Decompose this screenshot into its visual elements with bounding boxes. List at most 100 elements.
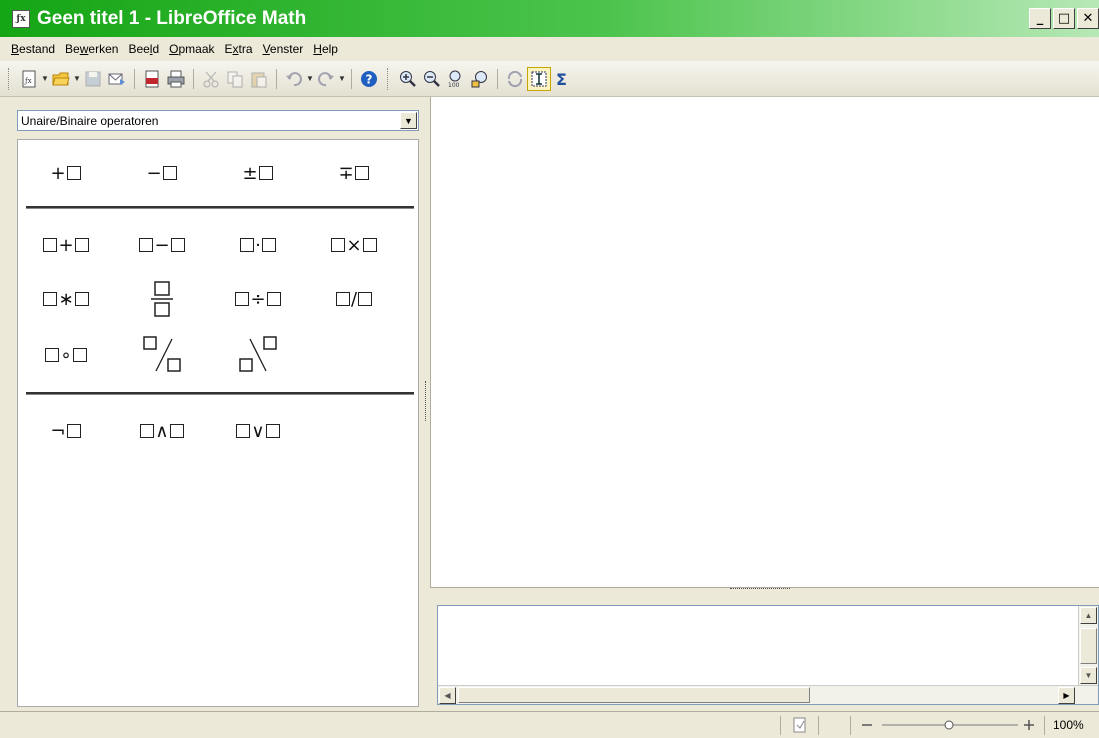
copy-icon xyxy=(227,71,243,87)
formula-preview-area[interactable] xyxy=(430,97,1099,587)
chevron-right-icon: ▶ xyxy=(1063,691,1070,700)
zoom-value[interactable]: 100% xyxy=(1053,718,1084,732)
save-button[interactable] xyxy=(81,67,105,91)
menu-extra[interactable]: Extra xyxy=(220,42,258,56)
element-boolean-and[interactable]: ∧ xyxy=(114,408,210,454)
print-icon xyxy=(167,70,185,87)
update-button[interactable] xyxy=(503,67,527,91)
formula-command-input[interactable] xyxy=(440,608,1076,680)
element-subtraction[interactable]: − xyxy=(114,222,210,268)
cut-button[interactable] xyxy=(199,67,223,91)
horizontal-scrollbar[interactable]: ◀ ▶ xyxy=(438,685,1098,704)
element-multiplication-asterisk[interactable]: ∗ xyxy=(18,276,114,322)
status-separator xyxy=(850,716,851,735)
open-icon xyxy=(52,72,70,85)
redo-dropdown[interactable]: ▼ xyxy=(338,67,346,91)
command-window: ▲ ▼ ◀ ▶ xyxy=(437,605,1099,705)
element-plus-minus[interactable]: ± xyxy=(210,150,306,196)
export-pdf-button[interactable] xyxy=(140,67,164,91)
splitter-grip[interactable] xyxy=(425,381,428,421)
element-addition[interactable]: + xyxy=(18,222,114,268)
menu-bestand[interactable]: Bestand xyxy=(6,42,60,56)
print-button[interactable] xyxy=(164,67,188,91)
element-multiplication-dot[interactable]: · xyxy=(210,222,306,268)
element-boolean-not[interactable]: ¬ xyxy=(18,408,114,454)
maximize-icon: □ xyxy=(1057,11,1071,26)
vertical-scroll-thumb[interactable] xyxy=(1080,628,1097,664)
email-icon xyxy=(108,73,125,85)
element-slash[interactable]: / xyxy=(306,276,402,322)
toolbar-separator xyxy=(351,68,352,89)
empty-cell xyxy=(306,332,402,378)
help-button[interactable]: ? xyxy=(357,67,381,91)
new-dropdown[interactable]: ▼ xyxy=(41,67,49,91)
redo-icon xyxy=(318,71,334,86)
status-separator xyxy=(1044,716,1045,735)
chevron-up-icon: ▲ xyxy=(1084,611,1093,620)
empty-cell xyxy=(306,408,402,454)
section-divider xyxy=(26,206,414,209)
element-minus-plus[interactable]: ∓ xyxy=(306,150,402,196)
paste-icon xyxy=(251,72,267,87)
open-button[interactable] xyxy=(49,67,73,91)
save-icon xyxy=(85,71,101,86)
unary-operators-row: + − ± ∓ xyxy=(18,150,420,196)
zoom-slider[interactable] xyxy=(860,717,1038,733)
scroll-down-button[interactable]: ▼ xyxy=(1080,667,1097,684)
maximize-button[interactable]: □ xyxy=(1053,8,1075,29)
menu-opmaak[interactable]: Opmaak xyxy=(164,42,219,56)
new-icon: ƒx xyxy=(22,70,36,87)
export-pdf-icon xyxy=(145,70,159,87)
minimize-button[interactable]: _ xyxy=(1029,8,1051,29)
new-button[interactable]: ƒx xyxy=(17,67,41,91)
show-all-button[interactable] xyxy=(468,67,492,91)
scroll-left-button[interactable]: ◀ xyxy=(439,687,456,704)
copy-button[interactable] xyxy=(223,67,247,91)
toolbar-separator xyxy=(134,68,135,89)
libreoffice-math-app-icon[interactable]: ƒx xyxy=(12,9,30,28)
redo-button[interactable] xyxy=(314,67,338,91)
vertical-scrollbar[interactable]: ▲ ▼ xyxy=(1078,606,1098,686)
zoom-100-button[interactable]: 100 xyxy=(444,67,468,91)
element-category-select[interactable]: Unaire/Binaire operatoren ▼ xyxy=(17,110,419,131)
toolbar-grip[interactable] xyxy=(387,67,390,90)
element-fraction[interactable] xyxy=(114,276,210,322)
element-unary-minus[interactable]: − xyxy=(114,150,210,196)
show-all-icon xyxy=(471,70,487,87)
chevron-down-icon[interactable]: ▼ xyxy=(400,112,417,129)
toolbar-separator xyxy=(193,68,194,89)
zoom-in-button[interactable] xyxy=(396,67,420,91)
zoom-out-button[interactable] xyxy=(420,67,444,91)
scroll-up-button[interactable]: ▲ xyxy=(1080,607,1097,624)
elements-panel: Unaire/Binaire operatoren ▼ + − ± ∓ + − … xyxy=(10,103,424,707)
email-button[interactable] xyxy=(105,67,129,91)
command-splitter[interactable] xyxy=(430,587,1099,595)
symbols-button[interactable]: Σ xyxy=(551,67,575,91)
menu-beeld[interactable]: Beeld xyxy=(123,42,164,56)
toolbar-grip[interactable] xyxy=(8,67,11,90)
formula-cursor-button[interactable] xyxy=(527,66,551,91)
document-modified-icon[interactable] xyxy=(792,717,808,733)
horizontal-scroll-thumb[interactable] xyxy=(458,687,810,703)
menu-venster[interactable]: Venster xyxy=(258,42,309,56)
element-concatenate[interactable]: ∘ xyxy=(18,332,114,378)
binary-operators-row: ∗ ÷ / xyxy=(18,276,420,322)
svg-text:100: 100 xyxy=(448,82,460,88)
element-division[interactable]: ÷ xyxy=(210,276,306,322)
splitter-grip[interactable] xyxy=(730,588,790,592)
element-wide-backslash[interactable] xyxy=(210,332,306,378)
element-unary-plus[interactable]: + xyxy=(18,150,114,196)
element-wide-slash[interactable] xyxy=(114,332,210,378)
element-multiplication-x[interactable]: × xyxy=(306,222,402,268)
undo-dropdown[interactable]: ▼ xyxy=(306,67,314,91)
close-button[interactable]: ✕ xyxy=(1077,8,1099,29)
menu-bewerken[interactable]: Bewerken xyxy=(60,42,123,56)
symbols-icon: Σ xyxy=(556,70,567,88)
menu-help[interactable]: Help xyxy=(308,42,343,56)
element-boolean-or[interactable]: ∨ xyxy=(210,408,306,454)
undo-button[interactable] xyxy=(282,67,306,91)
scroll-right-button[interactable]: ▶ xyxy=(1058,687,1075,704)
paste-button[interactable] xyxy=(247,67,271,91)
binary-operators-row: + − · × xyxy=(18,222,420,268)
open-dropdown[interactable]: ▼ xyxy=(73,67,81,91)
